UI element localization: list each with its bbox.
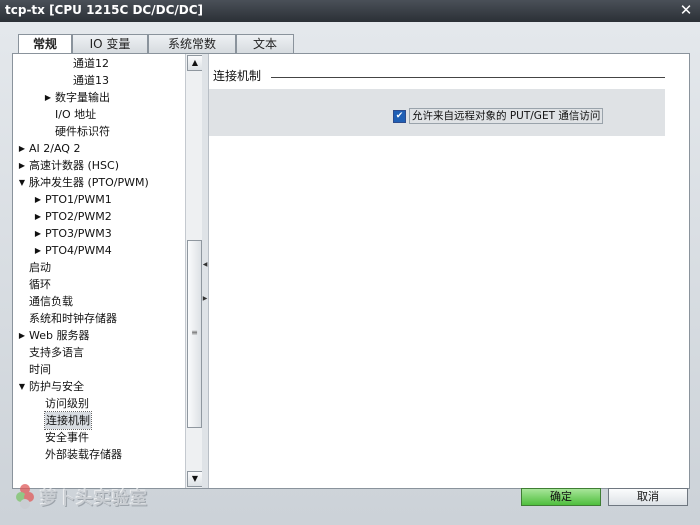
scroll-up-icon[interactable]: ▲ — [187, 55, 203, 71]
tree-item[interactable]: ▶ 数字量输出 — [13, 89, 185, 106]
tree-item-label: AI 2/AQ 2 — [29, 142, 81, 155]
tab-general[interactable]: 常规 — [18, 34, 72, 55]
expanded-arrow-icon[interactable]: ▼ — [17, 174, 27, 191]
tree-item-label: Web 服务器 — [29, 329, 90, 342]
tree-item[interactable]: 硬件标识符 — [13, 123, 185, 140]
collapsed-arrow-icon[interactable]: ▶ — [17, 140, 27, 157]
tree-item[interactable]: 通道13 — [13, 72, 185, 89]
put-get-checkbox[interactable]: ✔ — [393, 109, 406, 123]
tab-io-tags[interactable]: IO 变量 — [72, 34, 148, 54]
tree-item-label: 硬件标识符 — [55, 125, 110, 138]
section-body: ✔ 允许来自远程对象的 PUT/GET 通信访问 — [209, 89, 665, 136]
cancel-button[interactable]: 取消 — [608, 488, 688, 506]
tree-item-label: 时间 — [29, 363, 51, 376]
collapsed-arrow-icon[interactable]: ▶ — [17, 157, 27, 174]
tab-system-constants[interactable]: 系统常数 — [148, 34, 236, 54]
tree-item-label: 系统和时钟存储器 — [29, 312, 117, 325]
collapse-right-icon[interactable]: ▶ — [202, 294, 208, 304]
dialog-footer: 萝卜头实验室 确定 取消 — [0, 465, 700, 525]
tree-item[interactable]: 连接机制 — [13, 411, 185, 430]
watermark-text: 萝卜头实验室 — [40, 488, 148, 509]
scroll-thumb[interactable]: ≡ — [187, 240, 202, 428]
tree-item[interactable]: ▶ AI 2/AQ 2 — [13, 140, 185, 157]
section-title: 连接机制 — [213, 69, 262, 83]
watermark-logo: 萝卜头实验室 — [16, 483, 148, 509]
tree-item-label: PTO4/PWM4 — [45, 244, 112, 257]
tree-item[interactable]: 循环 — [13, 276, 185, 293]
tree-item-label: 通道12 — [73, 57, 109, 70]
panel-splitter[interactable]: ◀ ▶ — [202, 54, 209, 488]
tree-item[interactable]: 外部装载存储器 — [13, 446, 185, 463]
tree-item-label: PTO3/PWM3 — [45, 227, 112, 240]
collapsed-arrow-icon[interactable]: ▶ — [33, 242, 43, 259]
radish-logo-icon — [16, 484, 34, 509]
tree-item-label: PTO2/PWM2 — [45, 210, 112, 223]
collapsed-arrow-icon[interactable]: ▶ — [17, 327, 27, 344]
collapsed-arrow-icon[interactable]: ▶ — [33, 191, 43, 208]
collapsed-arrow-icon[interactable]: ▶ — [33, 225, 43, 242]
tree-item[interactable]: 启动 — [13, 259, 185, 276]
tree-item[interactable]: ▶ Web 服务器 — [13, 327, 185, 344]
close-icon[interactable]: ✕ — [677, 1, 695, 19]
tree-scrollbar[interactable]: ▲ ≡ ▼ — [185, 54, 203, 488]
tree-item-label: 外部装载存储器 — [45, 448, 122, 461]
collapse-left-icon[interactable]: ◀ — [202, 260, 208, 270]
title-bar: tcp-tx [CPU 1215C DC/DC/DC] ✕ — [0, 0, 700, 22]
collapsed-arrow-icon[interactable]: ▶ — [43, 89, 53, 106]
navigation-tree: 通道12 通道13 ▶ 数字量输出 I/O 地址 硬件标识符 ▶ AI 2/AQ 2 ▶ 高速计数… — [13, 54, 185, 488]
tree-item-label: 脉冲发生器 (PTO/PWM) — [29, 176, 149, 189]
tree-item[interactable]: ▶ PTO1/PWM1 — [13, 191, 185, 208]
tab-texts[interactable]: 文本 — [236, 34, 294, 54]
section-divider — [271, 77, 665, 78]
tree-item-label: 循环 — [29, 278, 51, 291]
tree-item[interactable]: 安全事件 — [13, 429, 185, 446]
tree-item-label: 通信负载 — [29, 295, 73, 308]
tree-item[interactable]: ▶ PTO4/PWM4 — [13, 242, 185, 259]
tree-item[interactable]: 支持多语言 — [13, 344, 185, 361]
properties-panel: 通道12 通道13 ▶ 数字量输出 I/O 地址 硬件标识符 ▶ AI 2/AQ 2 ▶ 高速计数… — [12, 53, 690, 489]
tree-item[interactable]: I/O 地址 — [13, 106, 185, 123]
put-get-access-option[interactable]: ✔ 允许来自远程对象的 PUT/GET 通信访问 — [393, 108, 604, 124]
tree-item[interactable]: 通信负载 — [13, 293, 185, 310]
tree-item-label: 数字量输出 — [55, 91, 110, 104]
grip-icon: ≡ — [191, 328, 198, 337]
tree-item-label: 启动 — [29, 261, 51, 274]
tree-item[interactable]: ▶ 高速计数器 (HSC) — [13, 157, 185, 174]
ok-button[interactable]: 确定 — [521, 488, 601, 506]
tree-item-label: PTO1/PWM1 — [45, 193, 112, 206]
tree-item-label: I/O 地址 — [55, 108, 97, 121]
tree-item[interactable]: 时间 — [13, 361, 185, 378]
settings-content: 连接机制 ✔ 允许来自远程对象的 PUT/GET 通信访问 — [209, 54, 689, 488]
tree-item[interactable]: ▼ 脉冲发生器 (PTO/PWM) — [13, 174, 185, 191]
tree-item-label: 安全事件 — [45, 431, 89, 444]
tree-item[interactable]: 通道12 — [13, 55, 185, 72]
tree-item-label: 访问级别 — [45, 397, 89, 410]
expanded-arrow-icon[interactable]: ▼ — [17, 378, 27, 395]
tree-item[interactable]: ▼ 防护与安全 — [13, 378, 185, 395]
collapsed-arrow-icon[interactable]: ▶ — [33, 208, 43, 225]
tree-item-label: 高速计数器 (HSC) — [29, 159, 120, 172]
tree-item-label: 支持多语言 — [29, 346, 84, 359]
tree-item[interactable]: ▶ PTO3/PWM3 — [13, 225, 185, 242]
tree-item[interactable]: 系统和时钟存储器 — [13, 310, 185, 327]
put-get-checkbox-label[interactable]: 允许来自远程对象的 PUT/GET 通信访问 — [409, 108, 604, 124]
tree-item-label: 通道13 — [73, 74, 109, 87]
dialog-body: 常规 IO 变量 系统常数 文本 通道12 通道13 ▶ 数字量输出 I/O 地址 硬件标… — [0, 22, 700, 525]
tree-item-label: 连接机制 — [44, 411, 92, 430]
tree-item[interactable]: 访问级别 — [13, 395, 185, 412]
window-title: tcp-tx [CPU 1215C DC/DC/DC] — [5, 3, 204, 17]
tree-item[interactable]: ▶ PTO2/PWM2 — [13, 208, 185, 225]
tree-item-label: 防护与安全 — [29, 380, 84, 393]
